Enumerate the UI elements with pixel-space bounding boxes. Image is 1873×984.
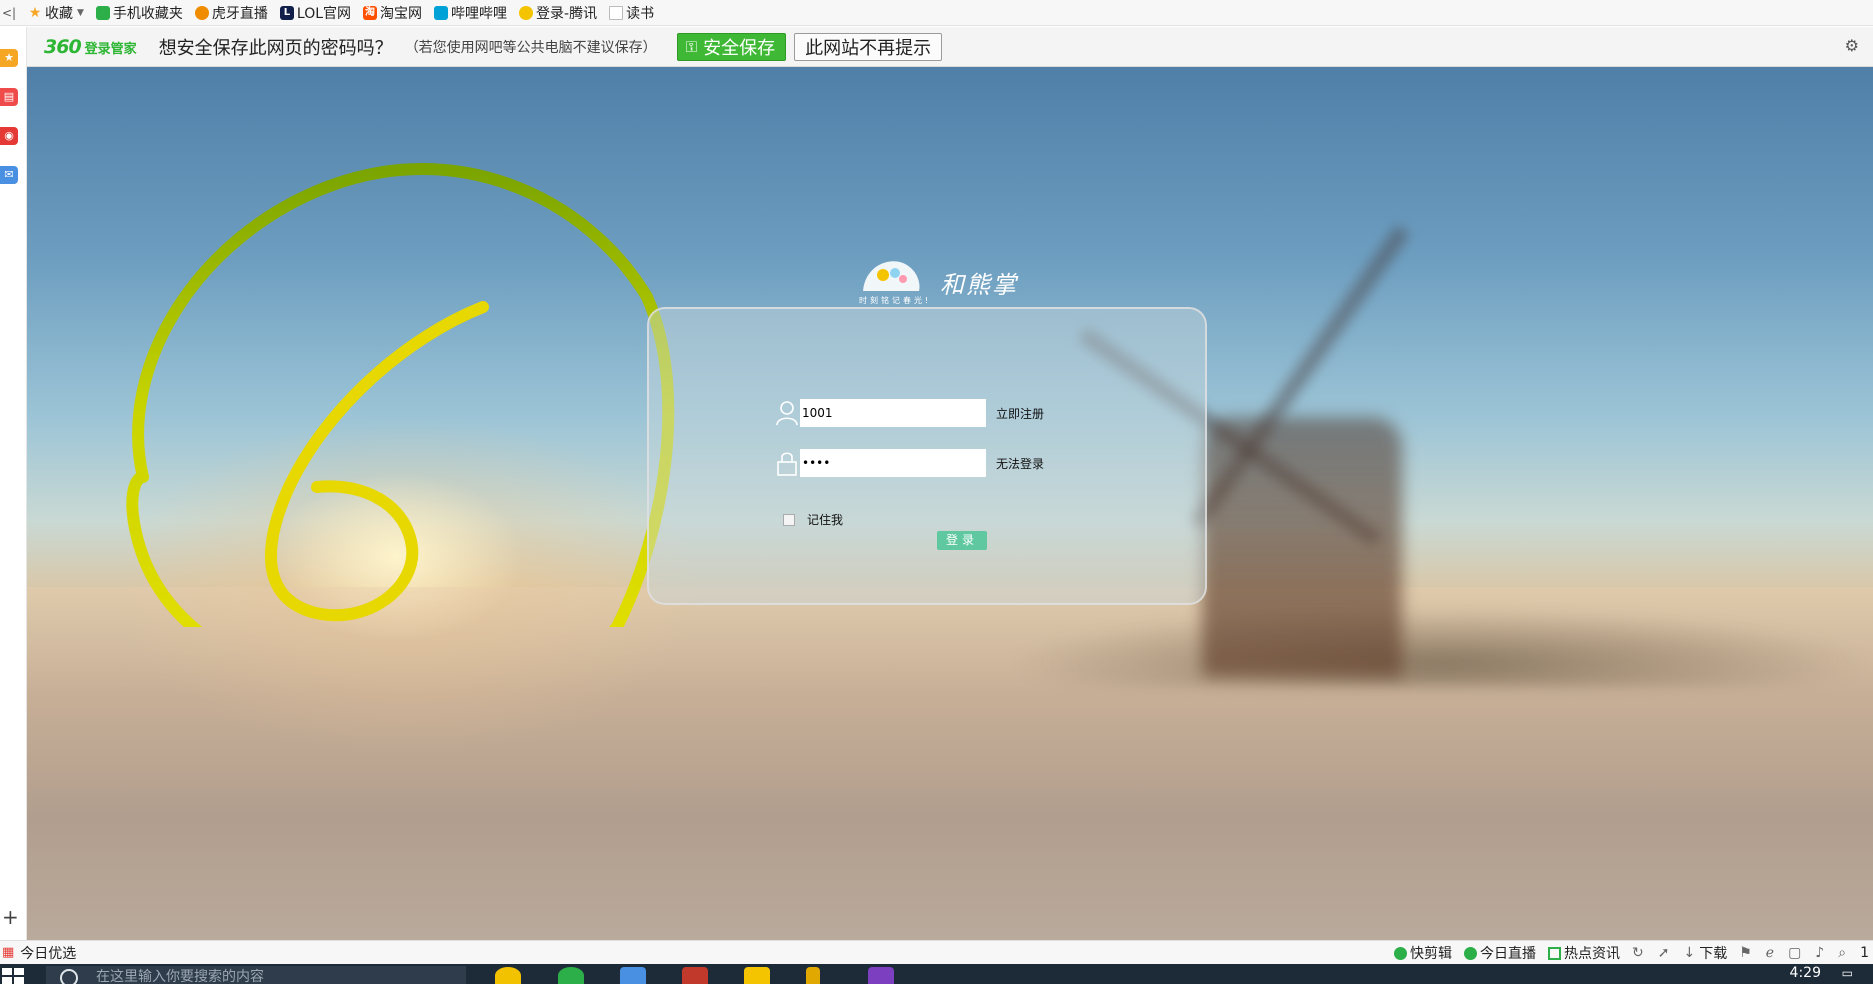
app-icon-visual-studio[interactable] xyxy=(868,967,894,984)
app-icon-store[interactable] xyxy=(620,967,646,984)
add-icon[interactable]: + xyxy=(2,905,19,929)
ie-icon[interactable]: ℯ xyxy=(1766,945,1774,961)
taskbar-clock: 4:29 xyxy=(1789,965,1821,981)
app-icon-archive[interactable] xyxy=(806,967,820,984)
star-icon[interactable]: ★ xyxy=(0,49,18,67)
bookmark-mobile[interactable]: 手机收藏夹 xyxy=(95,3,183,23)
treeline-background xyxy=(1007,607,1873,687)
live-icon xyxy=(1464,946,1477,960)
user-icon xyxy=(776,401,798,426)
app-icon-360[interactable] xyxy=(558,967,584,984)
bookmarks-bar: <| ★ 收藏 ▼ 手机收藏夹 虎牙直播 L LOL官网 淘 淘宝网 哔哩哔哩 … xyxy=(0,0,1873,26)
never-for-site-button[interactable]: 此网站不再提示 xyxy=(794,32,943,61)
brand-slogan: 时刻铭记春光! xyxy=(859,296,932,305)
login-button[interactable]: 登录 xyxy=(937,531,987,550)
document-icon xyxy=(609,5,624,20)
password-row: 无法登录 xyxy=(776,449,1044,477)
zoom-icon[interactable]: ⌕ xyxy=(1838,945,1846,961)
annotation-circle xyxy=(126,163,675,627)
download-icon: ↓ xyxy=(1683,945,1696,961)
mail-icon[interactable]: ✉ xyxy=(0,166,18,184)
quick-edit-item[interactable]: 快剪辑 xyxy=(1394,943,1452,963)
360-logo: 360 登录管家 xyxy=(44,35,137,58)
search-icon xyxy=(60,969,78,984)
register-link[interactable]: 立即注册 xyxy=(996,405,1044,422)
login-card: 立即注册 无法登录 记住我 登录 xyxy=(647,307,1207,605)
notification-icon[interactable]: ▭ xyxy=(1842,966,1853,980)
gift-icon: ▦ xyxy=(2,945,15,960)
login-page: 和熊掌 时刻铭记春光! 立即注册 无法登录 记住我 登录 xyxy=(27,67,1873,940)
app-icon-browser[interactable] xyxy=(495,967,521,984)
play-icon xyxy=(1394,946,1407,960)
star-icon: ★ xyxy=(28,4,42,21)
app-icon-folder[interactable] xyxy=(744,967,770,984)
app-icon-media[interactable] xyxy=(682,967,708,984)
lol-icon: L xyxy=(279,5,294,20)
hot-news-item[interactable]: 热点资讯 xyxy=(1548,943,1620,963)
save-password-question: 想安全保存此网页的密码吗？ xyxy=(158,37,393,59)
windmill-background xyxy=(1202,417,1402,677)
public-pc-hint: （若您使用网吧等公共电脑不建议保存） xyxy=(404,39,657,56)
windows-start-icon[interactable] xyxy=(2,968,24,984)
huya-icon xyxy=(194,5,209,20)
username-row: 立即注册 xyxy=(776,399,1044,427)
collapse-left-icon[interactable]: <| xyxy=(2,6,16,20)
status-right: 快剪辑 今日直播 热点资讯 ↻ ➚ ↓ 下载 ⚑ ℯ ▢ ♪ ⌕ 1 xyxy=(1394,941,1873,965)
bookmark-bilibili[interactable]: 哔哩哔哩 xyxy=(434,3,507,23)
calendar-icon[interactable]: ▤ xyxy=(0,88,18,106)
remember-me-checkbox[interactable] xyxy=(783,513,795,526)
forgot-login-link[interactable]: 无法登录 xyxy=(996,455,1044,472)
today-live-item[interactable]: 今日直播 xyxy=(1464,943,1536,963)
bookmark-taobao[interactable]: 淘 淘宝网 xyxy=(363,3,422,23)
lock-icon xyxy=(777,452,797,476)
username-input[interactable] xyxy=(800,399,986,427)
bookmark-huya[interactable]: 虎牙直播 xyxy=(194,3,268,23)
bookmark-tencent-login[interactable]: 登录-腾讯 xyxy=(519,3,597,23)
news-icon xyxy=(1548,946,1561,960)
brand-name: 和熊掌 xyxy=(940,271,1018,299)
zoom-level[interactable]: 1 xyxy=(1860,945,1869,961)
taobao-icon: 淘 xyxy=(363,5,378,20)
remember-me-row: 记住我 xyxy=(783,511,843,528)
weibo-icon[interactable]: ◉ xyxy=(0,127,18,145)
speaker-icon[interactable]: ♪ xyxy=(1815,945,1824,961)
paw-logo-icon xyxy=(863,261,920,291)
bookmark-favorites[interactable]: ★ 收藏 ▼ xyxy=(28,3,84,23)
rocket-icon[interactable]: ➚ xyxy=(1658,945,1670,961)
bookmark-reading[interactable]: 读书 xyxy=(609,3,654,23)
today-picks[interactable]: ▦ 今日优选 xyxy=(2,943,76,963)
gear-icon[interactable]: ⚙ xyxy=(1845,36,1859,55)
safe-save-button[interactable]: ⚿ 安全保存 xyxy=(676,32,787,61)
bookmark-lol[interactable]: L LOL官网 xyxy=(279,3,351,23)
bilibili-icon xyxy=(434,5,449,20)
refresh-icon[interactable]: ↻ xyxy=(1632,945,1644,961)
brand-logo: 和熊掌 时刻铭记春光! xyxy=(845,253,1045,313)
status-bar: ▦ 今日优选 快剪辑 今日直播 热点资讯 ↻ ➚ ↓ 下载 ⚑ ℯ ▢ ♪ ⌕ … xyxy=(0,940,1873,964)
password-input[interactable] xyxy=(800,449,986,477)
annotation-digit-6 xyxy=(265,301,489,622)
left-sidebar: ★ ▤ ◉ ✉ + xyxy=(0,27,27,940)
password-save-bar: 360 登录管家 想安全保存此网页的密码吗？ （若您使用网吧等公共电脑不建议保存… xyxy=(27,27,1873,67)
qq-icon xyxy=(519,5,534,20)
annotation-drawing xyxy=(126,163,675,627)
phone-icon xyxy=(95,5,110,20)
chevron-down-icon: ▼ xyxy=(77,7,84,18)
window-icon[interactable]: ▢ xyxy=(1788,945,1801,961)
flag-icon[interactable]: ⚑ xyxy=(1739,945,1752,961)
key-icon: ⚿ xyxy=(685,37,698,56)
download-item[interactable]: ↓ 下载 xyxy=(1683,943,1727,963)
taskbar-search[interactable]: 在这里输入你要搜索的内容 xyxy=(46,966,466,984)
windows-taskbar: 在这里输入你要搜索的内容 4:29 ▭ xyxy=(0,964,1873,984)
remember-me-label: 记住我 xyxy=(807,513,844,527)
